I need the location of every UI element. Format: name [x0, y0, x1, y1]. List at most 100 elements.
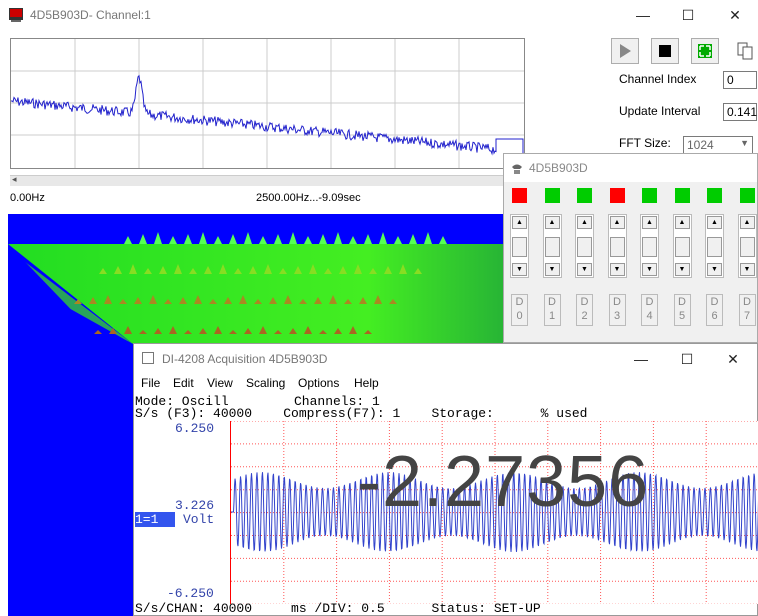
slider-up-icon[interactable]: ▲	[674, 216, 690, 229]
output-slider[interactable]: ▲ ▼	[575, 214, 594, 278]
menu-view[interactable]: View	[207, 376, 233, 390]
fft-size-value: 1024	[687, 138, 714, 152]
slider-thumb[interactable]	[544, 237, 560, 257]
slider-up-icon[interactable]: ▲	[512, 216, 527, 229]
slider-down-icon[interactable]: ▼	[707, 263, 722, 276]
acq-title: DI-4208 Acquisition 4D5B903D	[162, 352, 328, 366]
slider-up-icon[interactable]: ▲	[544, 216, 560, 229]
freq-start-label: 0.00Hz	[10, 192, 45, 204]
digital-output-button[interactable]: D6	[706, 294, 723, 326]
slider-up-icon[interactable]: ▲	[739, 216, 755, 229]
play-button[interactable]	[611, 38, 639, 64]
stop-icon	[659, 45, 671, 57]
led-indicator	[577, 188, 592, 203]
slider-thumb[interactable]	[674, 237, 690, 257]
channel-label[interactable]: 1=1	[135, 512, 175, 527]
menu-options[interactable]: Options	[298, 376, 339, 390]
output-slider[interactable]: ▲ ▼	[705, 214, 724, 278]
update-interval-label: Update Interval	[619, 104, 701, 118]
y-bottom-label: -6.250	[167, 586, 214, 601]
rate-line: S/s (F3): 40000 Compress(F7): 1 Storage:…	[135, 406, 588, 421]
scroll-left-icon[interactable]: ◂	[12, 174, 17, 185]
slider-thumb[interactable]	[512, 237, 527, 257]
acq-close-button[interactable]: ✕	[710, 344, 756, 374]
window-icon	[142, 352, 154, 364]
fit-button[interactable]	[691, 38, 719, 64]
slider-down-icon[interactable]: ▼	[642, 263, 657, 276]
fft-size-select[interactable]: 1024 ▼	[683, 136, 753, 154]
minimize-button[interactable]: —	[620, 0, 666, 30]
digital-io-window: 4D5B903D ▲ ▼ ▲ ▼ ▲ ▼ ▲ ▼ ▲ ▼ ▲ ▼ ▲ ▼ ▲ ▼ D0D1D2D3D4D5D6…	[503, 153, 758, 343]
menu-bar: File Edit View Scaling Options Help	[134, 374, 757, 394]
acq-maximize-button[interactable]: ☐	[664, 344, 710, 374]
led-indicator	[707, 188, 722, 203]
digital-output-button[interactable]: D4	[641, 294, 658, 326]
led-indicator	[512, 188, 527, 203]
copy-button[interactable]	[731, 38, 758, 64]
digital-output-button[interactable]: D3	[608, 294, 626, 326]
slider-down-icon[interactable]: ▼	[739, 263, 755, 276]
output-slider[interactable]: ▲ ▼	[737, 214, 757, 278]
menu-edit[interactable]: Edit	[173, 376, 194, 390]
acquisition-window: DI-4208 Acquisition 4D5B903D — ☐ ✕ File …	[133, 343, 758, 616]
chevron-down-icon: ▼	[740, 138, 749, 148]
led-indicator	[609, 188, 625, 203]
digital-output-button[interactable]: D5	[673, 294, 691, 326]
slider-up-icon[interactable]: ▲	[577, 216, 592, 229]
channel-index-label: Channel Index	[619, 72, 697, 86]
slider-down-icon[interactable]: ▼	[609, 263, 625, 276]
slider-thumb[interactable]	[739, 237, 755, 257]
slider-thumb[interactable]	[642, 237, 657, 257]
led-indicator	[544, 188, 560, 203]
output-slider[interactable]: ▲ ▼	[640, 214, 659, 278]
value-readout: -2.27356	[357, 442, 650, 522]
maximize-button[interactable]: ☐	[665, 0, 711, 30]
output-slider[interactable]: ▲ ▼	[510, 214, 529, 278]
menu-help[interactable]: Help	[354, 376, 379, 390]
spectrum-plot	[10, 38, 525, 169]
copy-icon	[737, 42, 753, 60]
slider-up-icon[interactable]: ▲	[642, 216, 657, 229]
slider-down-icon[interactable]: ▼	[674, 263, 690, 276]
slider-down-icon[interactable]: ▼	[512, 263, 527, 276]
stop-button[interactable]	[651, 38, 679, 64]
oscilloscope-plot: -2.27356	[230, 421, 758, 604]
menu-scaling[interactable]: Scaling	[246, 376, 285, 390]
slider-thumb[interactable]	[707, 237, 722, 257]
dio-title: 4D5B903D	[529, 161, 588, 175]
y-mid-label: 3.226	[175, 498, 215, 513]
acq-minimize-button[interactable]: —	[618, 344, 664, 374]
menu-file[interactable]: File	[141, 376, 160, 390]
slider-up-icon[interactable]: ▲	[609, 216, 625, 229]
play-icon	[620, 44, 631, 58]
fft-size-label: FFT Size:	[619, 136, 671, 150]
main-titlebar: 4D5B903D- Channel:1 — ☐ ✕	[0, 0, 758, 30]
dio-titlebar: 4D5B903D	[504, 154, 757, 182]
freq-range-label: 2500.00Hz...-9.09sec	[256, 192, 361, 204]
y-top-label: 6.250	[175, 421, 215, 436]
acq-titlebar: DI-4208 Acquisition 4D5B903D — ☐ ✕	[134, 344, 757, 374]
digital-output-button[interactable]: D7	[738, 294, 756, 326]
slider-up-icon[interactable]: ▲	[707, 216, 722, 229]
unit-label: Volt	[183, 512, 215, 527]
led-indicator	[674, 188, 690, 203]
digital-output-button[interactable]: D1	[543, 294, 561, 326]
digital-output-button[interactable]: D0	[511, 294, 528, 326]
slider-down-icon[interactable]: ▼	[544, 263, 560, 276]
status-line: S/s/CHAN: 40000 ms /DIV: 0.5 Status: SET…	[135, 601, 541, 616]
close-button[interactable]: ✕	[712, 0, 758, 30]
channel-index-input[interactable]: 0	[723, 71, 757, 89]
led-indicator	[642, 188, 657, 203]
slider-thumb[interactable]	[577, 237, 592, 257]
output-slider[interactable]: ▲ ▼	[542, 214, 562, 278]
slider-down-icon[interactable]: ▼	[577, 263, 592, 276]
output-slider[interactable]: ▲ ▼	[607, 214, 627, 278]
fit-icon	[698, 44, 712, 58]
digital-output-button[interactable]: D2	[576, 294, 593, 326]
app-icon	[9, 8, 23, 22]
update-interval-input[interactable]: 0.141	[723, 103, 757, 121]
output-slider[interactable]: ▲ ▼	[672, 214, 692, 278]
led-indicator	[739, 188, 755, 203]
slider-thumb[interactable]	[609, 237, 625, 257]
window-title: 4D5B903D- Channel:1	[30, 8, 151, 22]
